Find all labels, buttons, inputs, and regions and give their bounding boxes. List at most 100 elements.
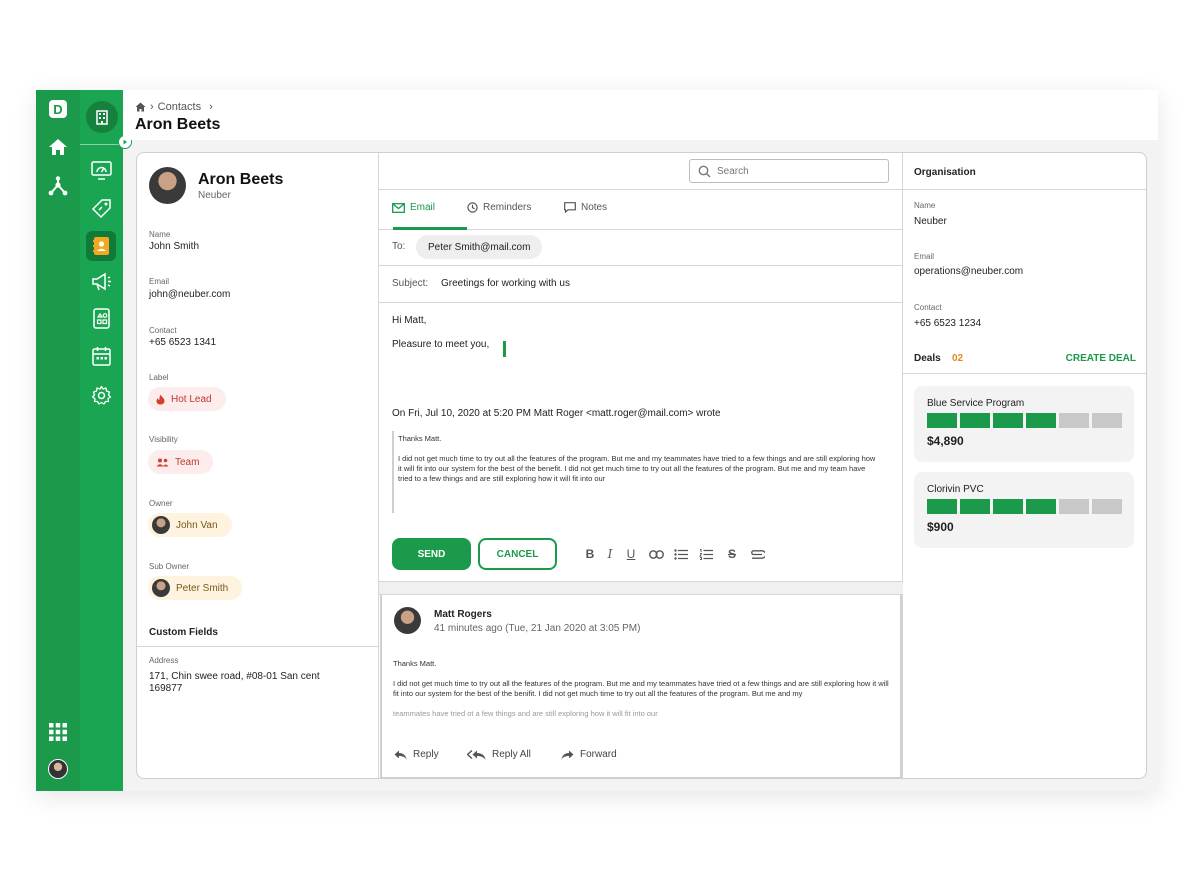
search-box[interactable] <box>689 159 889 183</box>
send-button[interactable]: SEND <box>392 538 471 570</box>
attachment-icon[interactable] <box>748 545 766 563</box>
reply-icon <box>394 750 407 759</box>
quote-line1: Thanks Matt. <box>398 434 442 443</box>
sender-name: Matt Rogers <box>434 609 492 620</box>
thread-line1: Thanks Matt. <box>393 659 437 668</box>
flame-icon <box>156 394 165 404</box>
calendar-icon[interactable] <box>91 346 112 367</box>
strikethrough-icon[interactable]: S <box>723 545 741 563</box>
contact-label: Contact <box>149 326 177 335</box>
home-icon[interactable] <box>48 138 68 156</box>
subowner-avatar <box>152 579 170 597</box>
subject-label: Subject: <box>392 278 429 289</box>
search-input[interactable] <box>717 165 877 177</box>
owner-chip[interactable]: John Van <box>148 513 232 537</box>
campaigns-megaphone-icon[interactable] <box>91 272 112 291</box>
organisation-icon[interactable] <box>86 101 118 133</box>
create-deal-button[interactable]: CREATE DEAL <box>1066 353 1136 364</box>
stage-segment <box>993 413 1023 428</box>
bold-icon[interactable]: B <box>581 545 599 563</box>
italic-icon[interactable]: I <box>601 545 619 563</box>
activity-panel: Email Reminders Notes To: Peter Smith@ma… <box>379 153 903 778</box>
apps-grid-icon[interactable] <box>48 722 68 742</box>
breadcrumb: › Contacts › <box>135 101 213 113</box>
numbered-list-icon[interactable] <box>697 545 715 563</box>
stage-segment <box>960 499 990 514</box>
deals-header: Deals 02 CREATE DEAL <box>903 346 1146 374</box>
subject-input[interactable]: Greetings for working with us <box>441 278 570 289</box>
bullet-list-icon[interactable] <box>672 545 690 563</box>
text-cursor <box>503 341 506 357</box>
deals-title: Deals <box>914 353 941 364</box>
body-greeting[interactable]: Hi Matt, <box>392 315 426 326</box>
dashboard-icon[interactable] <box>91 161 112 180</box>
contacts-icon[interactable] <box>86 231 116 261</box>
breadcrumb-contacts[interactable]: Contacts <box>158 101 201 113</box>
email-value: john@neuber.com <box>149 289 231 300</box>
underline-icon[interactable]: U <box>622 545 640 563</box>
reply-all-button[interactable]: Reply All <box>467 749 531 760</box>
deal-card[interactable]: Clorivin PVC $900 <box>914 472 1134 548</box>
org-contact-value: +65 6523 1234 <box>914 318 982 329</box>
body-text[interactable]: Pleasure to meet you, <box>392 339 489 350</box>
activity-tabs: Email Reminders Notes <box>379 190 903 230</box>
rail-divider <box>80 144 123 145</box>
home-small-icon[interactable] <box>135 102 146 112</box>
tab-email[interactable]: Email <box>392 202 435 213</box>
thread-line2: I did not get much time to try out all t… <box>393 679 889 698</box>
mail-icon <box>392 202 405 213</box>
settings-gear-icon[interactable] <box>91 385 112 406</box>
team-chip[interactable]: Team <box>148 450 214 474</box>
deal-stage-progress <box>927 413 1122 428</box>
stage-segment <box>1092 413 1122 428</box>
org-email-label: Email <box>914 252 935 261</box>
subowner-chip[interactable]: Peter Smith <box>148 576 243 600</box>
forward-button[interactable]: Forward <box>561 749 617 760</box>
deal-amount: $900 <box>927 520 954 534</box>
owner-avatar <box>152 516 170 534</box>
email-thread-item: Matt Rogers 41 minutes ago (Tue, 21 Jan … <box>380 595 902 778</box>
hot-lead-chip[interactable]: Hot Lead <box>148 387 226 411</box>
deal-name: Blue Service Program <box>927 398 1025 409</box>
contact-name: Aron Beets <box>198 171 284 188</box>
stage-segment <box>960 413 990 428</box>
page-title: Aron Beets <box>135 116 221 133</box>
name-label: Name <box>149 230 171 239</box>
deal-amount: $4,890 <box>927 434 964 448</box>
user-avatar[interactable] <box>48 759 68 779</box>
app-logo[interactable]: D <box>49 100 67 118</box>
subowner-label: Sub Owner <box>149 562 190 571</box>
thread-separator <box>379 581 903 595</box>
deal-stage-progress <box>927 499 1122 514</box>
name-value: John Smith <box>149 241 200 252</box>
org-email-value: operations@neuber.com <box>914 266 1024 277</box>
quote-header: On Fri, Jul 10, 2020 at 5:20 PM Matt Rog… <box>392 408 721 419</box>
contact-details-panel: Aron Beets Neuber Name John Smith Email … <box>137 153 379 778</box>
contact-org: Neuber <box>198 190 231 201</box>
sent-time: 41 minutes ago (Tue, 21 Jan 2020 at 3:05… <box>434 623 641 634</box>
stage-segment <box>993 499 1023 514</box>
tab-reminders[interactable]: Reminders <box>467 202 531 213</box>
recipient-chip[interactable]: Peter Smith@mail.com <box>416 235 543 259</box>
tab-notes[interactable]: Notes <box>564 202 607 213</box>
clock-icon <box>467 202 478 213</box>
link-icon[interactable] <box>647 545 665 563</box>
thread-line3: teammates have tried ot a few things and… <box>393 709 658 718</box>
search-icon <box>698 165 711 177</box>
documents-icon[interactable] <box>91 308 112 329</box>
custom-fields-header: Custom Fields <box>137 623 379 647</box>
email-label: Email <box>149 277 170 286</box>
chevron-right-icon: › <box>209 101 213 113</box>
owner-label: Owner <box>149 499 173 508</box>
chevron-right-icon: › <box>150 101 154 113</box>
network-icon[interactable] <box>48 176 68 196</box>
contact-avatar <box>149 167 186 204</box>
deal-name: Clorivin PVC <box>927 484 984 495</box>
deal-card[interactable]: Blue Service Program $4,890 <box>914 386 1134 462</box>
contact-card: Aron Beets Neuber Name John Smith Email … <box>136 152 1147 779</box>
stage-segment <box>927 499 957 514</box>
reply-button[interactable]: Reply <box>394 749 439 760</box>
cancel-button[interactable]: CANCEL <box>478 538 557 570</box>
address-label: Address <box>149 656 179 665</box>
deals-tag-icon[interactable] <box>91 198 112 219</box>
